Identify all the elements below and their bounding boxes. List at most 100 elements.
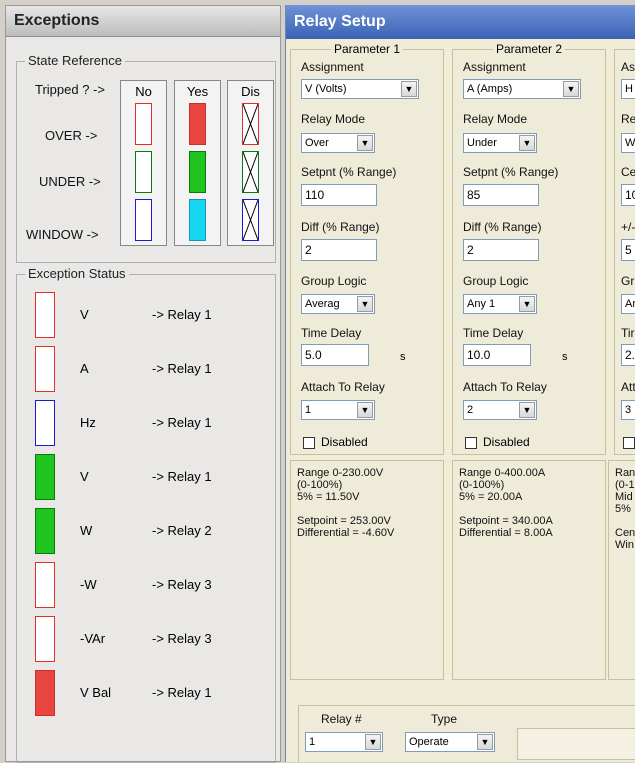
chevron-down-icon[interactable]: ▼ bbox=[365, 734, 381, 750]
time-delay-label: Tir bbox=[621, 326, 635, 340]
column-yes: Yes bbox=[174, 80, 221, 246]
swatch-over-yes bbox=[189, 103, 206, 145]
parameter-3-summary: Ran (0-1 Mid 5% Cen Win bbox=[608, 460, 635, 680]
relay-mode-select[interactable]: Over ▼ bbox=[301, 133, 375, 153]
summary-line: Cen bbox=[615, 527, 635, 539]
attach-to-relay-select[interactable]: 3 bbox=[621, 400, 635, 420]
state-reference-legend: State Reference bbox=[25, 53, 125, 68]
assignment-value: V (Volts) bbox=[305, 83, 347, 95]
time-delay-input[interactable]: 5.0 bbox=[301, 344, 369, 366]
status-relay: -> Relay 3 bbox=[152, 577, 212, 592]
swatch-under-dis bbox=[242, 151, 259, 193]
status-indicator bbox=[35, 400, 55, 446]
summary-line: Range 0-230.00V bbox=[297, 467, 384, 479]
swatch-over-no bbox=[135, 103, 152, 145]
summary-line: Differential = 8.00A bbox=[459, 527, 553, 539]
chevron-down-icon[interactable]: ▼ bbox=[519, 402, 535, 418]
state-reference-group: State Reference Tripped ? -> OVER -> UND… bbox=[16, 53, 276, 263]
diff-input[interactable]: 2 bbox=[463, 239, 539, 261]
summary-line: Ran bbox=[615, 467, 635, 479]
assignment-label: Assignment bbox=[301, 60, 364, 74]
summary-line: 5% = 11.50V bbox=[297, 491, 360, 503]
chevron-down-icon[interactable]: ▼ bbox=[401, 81, 417, 97]
summary-line: (0-1 bbox=[615, 479, 635, 491]
column-header-yes: Yes bbox=[186, 84, 209, 99]
assignment-select[interactable]: H bbox=[621, 79, 635, 99]
status-indicator bbox=[35, 292, 55, 338]
center-input[interactable]: 10 bbox=[621, 184, 635, 206]
group-logic-label: Group Logic bbox=[463, 274, 529, 288]
tripped-label: Tripped ? -> bbox=[35, 82, 105, 97]
group-logic-label: Gr bbox=[621, 274, 635, 288]
summary-line: Differential = -4.60V bbox=[297, 527, 395, 539]
status-relay: -> Relay 1 bbox=[152, 361, 212, 376]
relay-setup-panel: Relay Setup Parameter 1 Assignment V (Vo… bbox=[285, 5, 635, 762]
window-label: +/- bbox=[621, 220, 635, 234]
disabled-label: Disabled bbox=[321, 435, 368, 449]
exceptions-panel: Exceptions State Reference Tripped ? -> … bbox=[5, 5, 281, 763]
chevron-down-icon[interactable]: ▼ bbox=[519, 296, 535, 312]
chevron-down-icon[interactable]: ▼ bbox=[477, 734, 493, 750]
status-row: -VAr -> Relay 3 bbox=[35, 616, 265, 662]
status-relay: -> Relay 1 bbox=[152, 307, 212, 322]
relay-mode-value: Over bbox=[305, 137, 329, 149]
disabled-checkbox[interactable] bbox=[623, 437, 635, 449]
parameter-1-legend: Parameter 1 bbox=[330, 42, 404, 56]
attach-to-relay-label: Attach To Relay bbox=[301, 380, 385, 394]
diff-input[interactable]: 2 bbox=[301, 239, 377, 261]
attach-to-relay-select[interactable]: 1 ▼ bbox=[301, 400, 375, 420]
status-indicator bbox=[35, 670, 55, 716]
parameter-2-legend: Parameter 2 bbox=[492, 42, 566, 56]
status-variable: Hz bbox=[80, 415, 96, 430]
type-select[interactable]: Operate ▼ bbox=[405, 732, 495, 752]
group-logic-value: Averag bbox=[305, 298, 340, 310]
setpoint-input[interactable]: 110 bbox=[301, 184, 377, 206]
group-logic-label: Group Logic bbox=[301, 274, 367, 288]
assignment-select[interactable]: A (Amps) ▼ bbox=[463, 79, 581, 99]
status-variable: A bbox=[80, 361, 89, 376]
group-logic-select[interactable]: Averag ▼ bbox=[301, 294, 375, 314]
window-input[interactable]: 5 bbox=[621, 239, 635, 261]
status-variable: -W bbox=[80, 577, 97, 592]
status-row: A -> Relay 1 bbox=[35, 346, 265, 392]
row-label-over: OVER -> bbox=[45, 128, 98, 143]
relay-number-select[interactable]: 1 ▼ bbox=[305, 732, 383, 752]
time-delay-input[interactable]: 2. bbox=[621, 344, 635, 366]
attach-to-relay-select[interactable]: 2 ▼ bbox=[463, 400, 537, 420]
status-indicator bbox=[35, 616, 55, 662]
status-row: V Bal -> Relay 1 bbox=[35, 670, 265, 716]
time-delay-unit: s bbox=[400, 351, 406, 363]
parameter-1-group: Parameter 1 Assignment V (Volts) ▼ Relay … bbox=[290, 42, 444, 455]
time-delay-input[interactable]: 10.0 bbox=[463, 344, 531, 366]
assignment-label: Assignment bbox=[463, 60, 526, 74]
relay-mode-select[interactable]: Under ▼ bbox=[463, 133, 537, 153]
disabled-checkbox[interactable] bbox=[303, 437, 315, 449]
chevron-down-icon[interactable]: ▼ bbox=[357, 296, 373, 312]
relay-mode-select[interactable]: W bbox=[621, 133, 635, 153]
summary-line: 5% = 20.00A bbox=[459, 491, 523, 503]
status-variable: V Bal bbox=[80, 685, 112, 700]
group-logic-select[interactable]: Ar bbox=[621, 294, 635, 314]
swatch-over-dis bbox=[242, 103, 259, 145]
status-row: W -> Relay 2 bbox=[35, 508, 265, 554]
attach-to-relay-value: 3 bbox=[625, 404, 632, 416]
center-label: Ce bbox=[621, 165, 635, 179]
relay-setup-title: Relay Setup bbox=[286, 5, 635, 39]
group-logic-select[interactable]: Any 1 ▼ bbox=[463, 294, 537, 314]
setpoint-input[interactable]: 85 bbox=[463, 184, 539, 206]
status-row: -W -> Relay 3 bbox=[35, 562, 265, 608]
parameter-2-group: Parameter 2 Assignment A (Amps) ▼ Relay M… bbox=[452, 42, 606, 455]
chevron-down-icon[interactable]: ▼ bbox=[357, 402, 373, 418]
disabled-checkbox[interactable] bbox=[465, 437, 477, 449]
status-variable: -VAr bbox=[80, 631, 106, 646]
relay-mode-value: W bbox=[625, 137, 635, 149]
assignment-select[interactable]: V (Volts) ▼ bbox=[301, 79, 419, 99]
chevron-down-icon[interactable]: ▼ bbox=[563, 81, 579, 97]
chevron-down-icon[interactable]: ▼ bbox=[519, 135, 535, 151]
chevron-down-icon[interactable]: ▼ bbox=[357, 135, 373, 151]
exceptions-title: Exceptions bbox=[6, 6, 280, 37]
relay-mode-label: Relay Mode bbox=[301, 112, 366, 126]
row-label-window: WINDOW -> bbox=[26, 227, 99, 242]
setpoint-label: Setpnt (% Range) bbox=[463, 165, 559, 179]
summary-line: Win bbox=[615, 539, 634, 551]
